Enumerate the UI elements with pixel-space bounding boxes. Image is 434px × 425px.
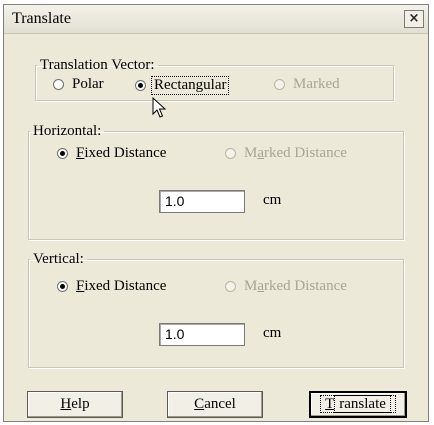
horizontal-distance-input[interactable]: 1.0 bbox=[159, 190, 245, 213]
horizontal-legend: Horizontal: bbox=[33, 123, 102, 139]
radio-indicator bbox=[57, 148, 68, 159]
horizontal-group: Horizontal: bbox=[28, 123, 404, 240]
radio-indicator bbox=[57, 281, 68, 292]
dialog-title: Translate bbox=[12, 10, 71, 27]
radio-polar[interactable]: Polar bbox=[53, 76, 104, 93]
horizontal-marked-distance-radio[interactable]: Marked Distance bbox=[225, 145, 347, 162]
vertical-distance-input[interactable]: 1.0 bbox=[159, 323, 245, 346]
translate-dialog: Translate × Translation Vector: Polar Re… bbox=[3, 4, 429, 422]
radio-marked[interactable]: Marked bbox=[274, 76, 340, 93]
vertical-legend: Vertical: bbox=[33, 251, 84, 267]
arrow-cursor-icon bbox=[152, 97, 166, 118]
vertical-marked-distance-radio[interactable]: Marked Distance bbox=[225, 278, 347, 295]
radio-indicator bbox=[274, 79, 285, 90]
radio-indicator bbox=[225, 281, 236, 292]
title-bar: Translate × bbox=[4, 5, 428, 34]
radio-indicator bbox=[53, 79, 64, 90]
translate-button[interactable]: Translate bbox=[309, 391, 407, 418]
close-button[interactable]: × bbox=[404, 10, 424, 28]
translate-button-label: Translate bbox=[320, 395, 396, 413]
radio-polar-label: Polar bbox=[72, 76, 104, 92]
translation-vector-legend: Translation Vector: bbox=[40, 57, 155, 73]
horizontal-fixed-distance-radio[interactable]: Fixed Distance bbox=[57, 145, 166, 162]
horizontal-marked-distance-label: Marked Distance bbox=[244, 145, 347, 161]
vertical-fixed-distance-radio[interactable]: Fixed Distance bbox=[57, 278, 166, 295]
radio-indicator bbox=[225, 148, 236, 159]
vertical-group: Vertical: bbox=[28, 251, 404, 368]
radio-indicator bbox=[135, 80, 146, 91]
radio-rectangular-label: Rectangular bbox=[151, 76, 230, 95]
radio-marked-label: Marked bbox=[293, 76, 340, 92]
horizontal-fixed-distance-label: Fixed Distance bbox=[76, 145, 167, 161]
cancel-button[interactable]: Cancel bbox=[167, 391, 263, 418]
vertical-fixed-distance-label: Fixed Distance bbox=[76, 278, 167, 294]
close-icon: × bbox=[408, 11, 420, 26]
radio-rectangular[interactable]: Rectangular bbox=[135, 76, 230, 95]
vertical-unit-label: cm bbox=[263, 325, 282, 341]
help-button[interactable]: Help bbox=[27, 391, 123, 418]
vertical-marked-distance-label: Marked Distance bbox=[244, 278, 347, 294]
horizontal-unit-label: cm bbox=[263, 192, 282, 208]
